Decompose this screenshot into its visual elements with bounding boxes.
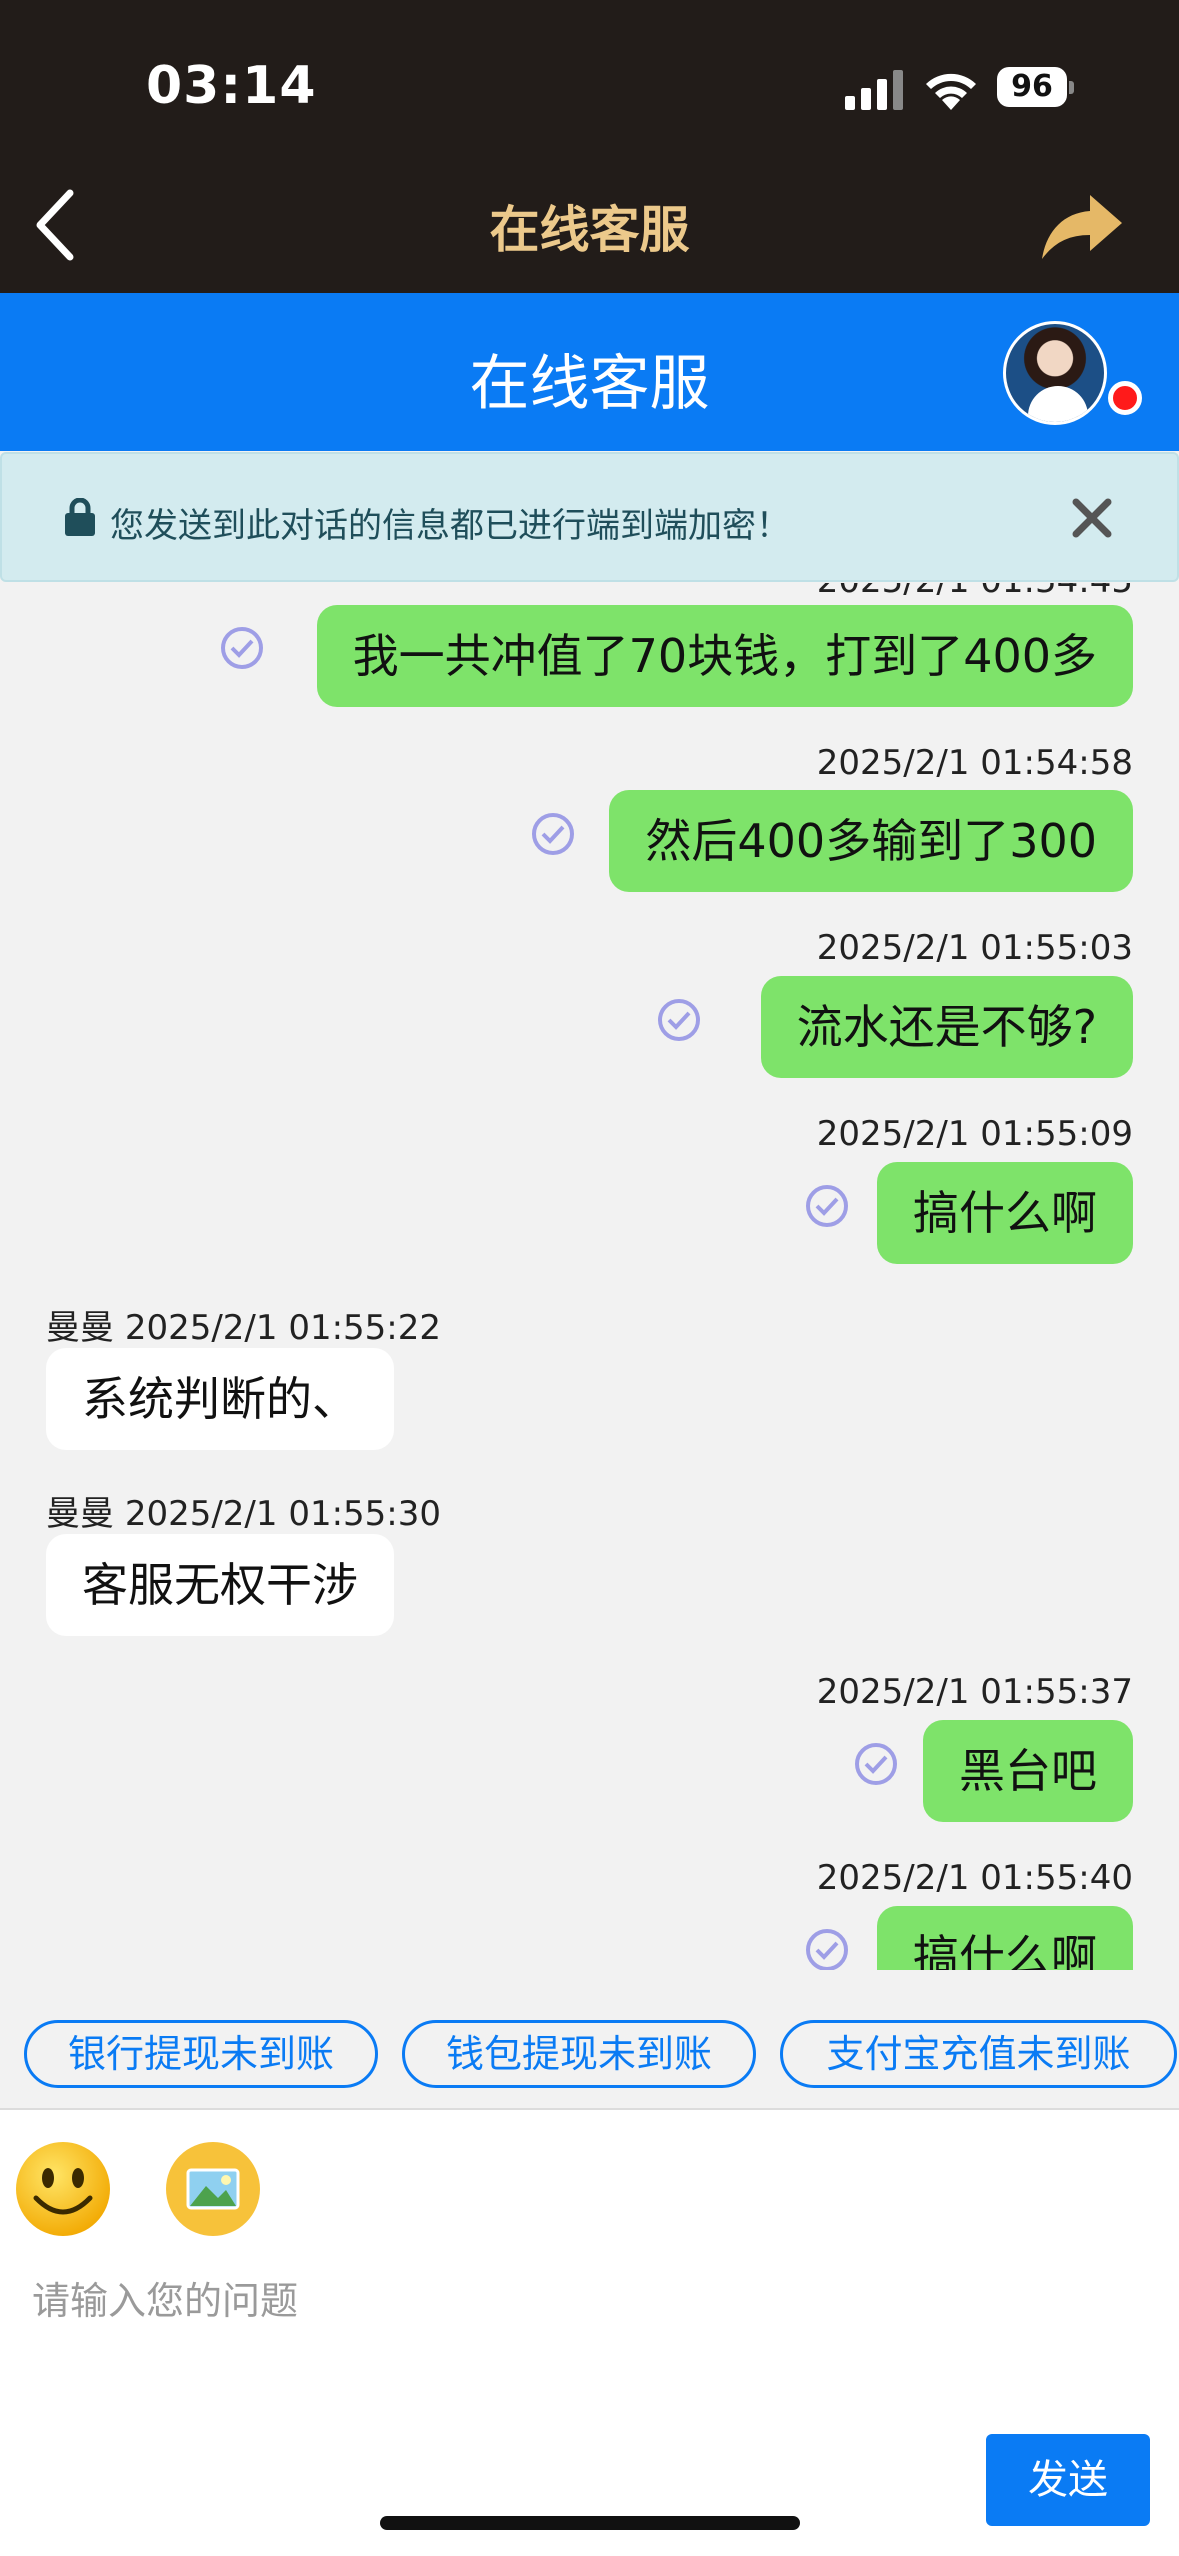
chat-header-title: 在线客服 [469, 349, 710, 419]
share-arrow-icon[interactable] [1040, 193, 1124, 261]
cellular-signal-icon [845, 70, 903, 110]
top-bar: 03:14 96 在线客服 [0, 0, 1179, 293]
message-timestamp: 2025/2/1 01:55:37 [816, 1672, 1133, 1712]
message-timestamp: 2025/2/1 01:55:22 [124, 1308, 442, 1348]
message-meta-incoming: 曼曼 2025/2/1 01:55:30 [46, 1486, 441, 1535]
agent-avatar[interactable] [1003, 321, 1107, 425]
quick-replies: 银行提现未到账 钱包提现未到账 支付宝充值未到账 [0, 2020, 1179, 2092]
battery-indicator: 96 [997, 67, 1074, 107]
message-bubble-outgoing[interactable]: 黑台吧 [923, 1720, 1133, 1822]
lock-icon [65, 498, 95, 536]
message-timestamp: 2025/2/1 01:55:40 [816, 1858, 1133, 1898]
encryption-notice: 您发送到此对话的信息都已进行端到端加密！ [0, 452, 1179, 582]
message-timestamp: 2025/2/1 01:55:30 [124, 1494, 442, 1534]
nav-title: 在线客服 [489, 201, 690, 259]
quick-reply-chip[interactable]: 银行提现未到账 [24, 2020, 378, 2088]
check-circle-icon [532, 813, 574, 855]
battery-nub [1069, 81, 1074, 94]
chat-header: 在线客服 [0, 293, 1179, 451]
notice-text: 您发送到此对话的信息都已进行端到端加密！ [110, 506, 790, 546]
message-timestamp: 2025/2/1 01:54:58 [816, 743, 1133, 783]
check-circle-icon [806, 1929, 848, 1970]
message-bubble-incoming[interactable]: 客服无权干涉 [46, 1534, 394, 1636]
home-indicator [380, 2516, 800, 2530]
message-meta-incoming: 曼曼 2025/2/1 01:55:22 [46, 1300, 441, 1349]
send-button[interactable]: 发送 [986, 2434, 1150, 2526]
close-icon[interactable] [1070, 496, 1114, 540]
message-bubble-outgoing[interactable]: 流水还是不够? [760, 976, 1133, 1078]
check-circle-icon [658, 999, 700, 1041]
message-bubble-outgoing[interactable]: 我一共冲值了70块钱，打到了400多 [316, 605, 1133, 707]
message-input[interactable]: 请输入您的问题 [32, 2270, 298, 2325]
status-time: 03:14 [146, 56, 317, 116]
message-bubble-outgoing[interactable]: 搞什么啊 [877, 1906, 1133, 1970]
message-bubble-outgoing[interactable]: 搞什么啊 [877, 1162, 1133, 1264]
wifi-icon [926, 73, 976, 110]
sender-name: 曼曼 [46, 1494, 114, 1534]
message-timestamp: 2025/2/1 01:55:03 [816, 928, 1133, 968]
quick-reply-chip[interactable]: 支付宝充值未到账 [780, 2020, 1177, 2088]
message-bubble-incoming[interactable]: 系统判断的、 [46, 1348, 394, 1450]
quick-reply-chip[interactable]: 钱包提现未到账 [402, 2020, 756, 2088]
check-circle-icon [855, 1743, 897, 1785]
message-timestamp: 2025/2/1 01:55:09 [816, 1114, 1133, 1154]
message-list[interactable]: 2025/2/1 01:54:45 我一共冲值了70块钱，打到了400多 202… [0, 583, 1179, 1970]
check-circle-icon [806, 1185, 848, 1227]
emoji-icon[interactable] [14, 2140, 112, 2238]
message-bubble-outgoing[interactable]: 然后400多输到了300 [609, 790, 1133, 892]
status-dot [1108, 381, 1142, 415]
check-circle-icon [221, 627, 263, 669]
composer: 请输入您的问题 发送 [0, 2108, 1179, 2556]
image-icon[interactable] [164, 2140, 262, 2238]
sender-name: 曼曼 [46, 1308, 114, 1348]
battery-level: 96 [997, 67, 1067, 107]
message-timestamp: 2025/2/1 01:54:45 [817, 583, 1133, 601]
